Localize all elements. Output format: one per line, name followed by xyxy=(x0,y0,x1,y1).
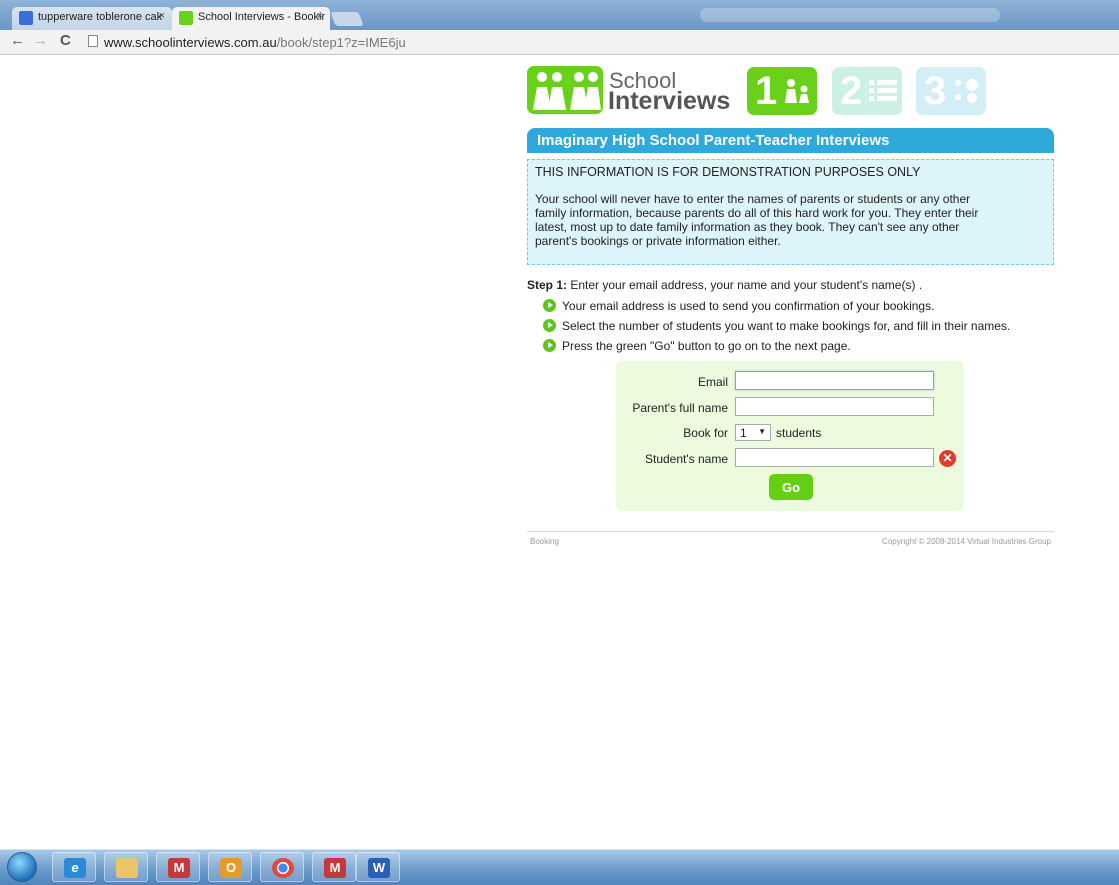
tab-close-icon[interactable]: × xyxy=(317,10,323,22)
booking-form: Email Parent's full name Book for 1 ▼ stu… xyxy=(616,361,964,511)
step-text: Enter your email address, your name and … xyxy=(567,278,923,292)
step-instruction: Step 1: Enter your email address, your n… xyxy=(527,278,922,292)
taskbar-internet-explorer[interactable]: e xyxy=(52,852,96,882)
step-number: 2 xyxy=(840,69,863,113)
student-name-field[interactable] xyxy=(735,448,934,467)
start-button-icon[interactable] xyxy=(7,852,37,882)
taskbar-chrome[interactable] xyxy=(260,852,304,882)
word-icon: W xyxy=(368,858,390,878)
remove-student-icon[interactable]: ✕ xyxy=(939,450,956,467)
step-1-indicator: 1 xyxy=(747,67,817,115)
chrome-icon xyxy=(272,858,294,878)
address-bar[interactable]: www.schoolinterviews.com.au/book/step1?z… xyxy=(104,35,406,50)
back-arrow-icon[interactable]: ← xyxy=(10,32,25,49)
list-item: Select the number of students you want t… xyxy=(543,318,1010,338)
taskbar-word[interactable]: W xyxy=(356,852,400,882)
folder-icon xyxy=(116,858,138,878)
booking-page: School Interviews 1 2 3 Imaginary High S… xyxy=(527,64,1054,546)
page-icon xyxy=(88,35,98,47)
parent-name-row: Parent's full name xyxy=(616,397,964,419)
parent-name-label: Parent's full name xyxy=(632,401,728,415)
internet-explorer-icon: e xyxy=(64,858,86,878)
windows-taskbar: e M O M W xyxy=(0,849,1119,885)
parents-logo-icon xyxy=(527,66,603,114)
step-label: Step 1: xyxy=(527,278,568,292)
taskbar-gmail[interactable]: M xyxy=(156,852,200,882)
tab-title: tupperware toblerone cak xyxy=(38,11,163,23)
forward-arrow-icon[interactable]: → xyxy=(33,32,48,49)
window-title-blur xyxy=(700,8,1000,22)
gmail-icon: M xyxy=(168,858,190,878)
student-name-label: Student's name xyxy=(644,452,728,466)
demo-info-box: THIS INFORMATION IS FOR DEMONSTRATION PU… xyxy=(527,159,1054,265)
google-favicon-icon xyxy=(19,11,33,25)
students-label: students xyxy=(776,426,822,440)
dropdown-arrow-icon: ▼ xyxy=(758,427,766,436)
reload-icon[interactable]: C xyxy=(60,32,71,49)
outlook-icon: O xyxy=(220,858,242,878)
email-label: Email xyxy=(697,375,728,389)
tab-title: School Interviews - Bookir xyxy=(198,11,326,23)
list-item-text: Select the number of students you want t… xyxy=(562,319,1011,333)
logo-interviews-text: Interviews xyxy=(608,87,731,115)
parent-name-field[interactable] xyxy=(735,397,934,416)
tab-close-icon[interactable]: × xyxy=(159,10,165,22)
list-item-text: Press the green "Go" button to go on to … xyxy=(562,339,851,353)
arrow-bullet-icon xyxy=(543,299,556,312)
schedule-icon xyxy=(955,79,978,103)
browser-tab-strip: tupperware toblerone cak × School Interv… xyxy=(0,0,1119,30)
url-path: /book/step1?z=IME6ju xyxy=(276,35,406,50)
demo-body: Your school will never have to enter the… xyxy=(535,192,979,248)
gmail-icon: M xyxy=(324,858,346,878)
school-banner: Imaginary High School Parent-Teacher Int… xyxy=(527,128,1054,153)
list-icon xyxy=(869,80,897,101)
footer-copyright: Copyright © 2008-2014 Virtual Industries… xyxy=(882,537,1051,546)
book-for-row: Book for 1 ▼ students xyxy=(616,422,964,444)
email-row: Email xyxy=(616,371,964,393)
footer-booking-text: Booking xyxy=(530,537,559,546)
list-item-text: Your email address is used to send you c… xyxy=(562,299,935,313)
step-3-indicator: 3 xyxy=(916,67,986,115)
browser-tab-school-interviews[interactable]: School Interviews - Bookir × xyxy=(172,7,330,30)
list-item: Your email address is used to send you c… xyxy=(543,298,1010,318)
url-host: www.schoolinterviews.com.au xyxy=(104,35,277,50)
header-logo: School Interviews 1 2 3 xyxy=(527,64,1054,118)
list-item: Press the green "Go" button to go on to … xyxy=(543,338,1010,358)
taskbar-file-explorer[interactable] xyxy=(104,852,148,882)
book-for-label: Book for xyxy=(683,426,728,440)
step-number: 1 xyxy=(755,69,778,113)
instruction-list: Your email address is used to send you c… xyxy=(543,298,1010,358)
browser-tab-tupperware[interactable]: tupperware toblerone cak × xyxy=(12,7,172,30)
arrow-bullet-icon xyxy=(543,319,556,332)
footer-divider xyxy=(527,531,1054,532)
student-count-select[interactable]: 1 ▼ xyxy=(735,424,771,441)
new-tab-button[interactable] xyxy=(330,12,364,26)
browser-toolbar: ← → C www.schoolinterviews.com.au/book/s… xyxy=(0,30,1119,55)
step-number: 3 xyxy=(924,69,947,113)
taskbar-outlook[interactable]: O xyxy=(208,852,252,882)
people-icon xyxy=(785,79,809,103)
step-2-indicator: 2 xyxy=(832,67,902,115)
go-button[interactable]: Go xyxy=(769,474,813,500)
select-value: 1 xyxy=(740,426,747,440)
taskbar-gmail[interactable]: M xyxy=(312,852,356,882)
school-interviews-favicon-icon xyxy=(179,11,193,25)
demo-heading: THIS INFORMATION IS FOR DEMONSTRATION PU… xyxy=(535,165,921,179)
arrow-bullet-icon xyxy=(543,339,556,352)
student-name-row: Student's name ✕ xyxy=(616,448,964,470)
email-field[interactable] xyxy=(735,371,934,390)
